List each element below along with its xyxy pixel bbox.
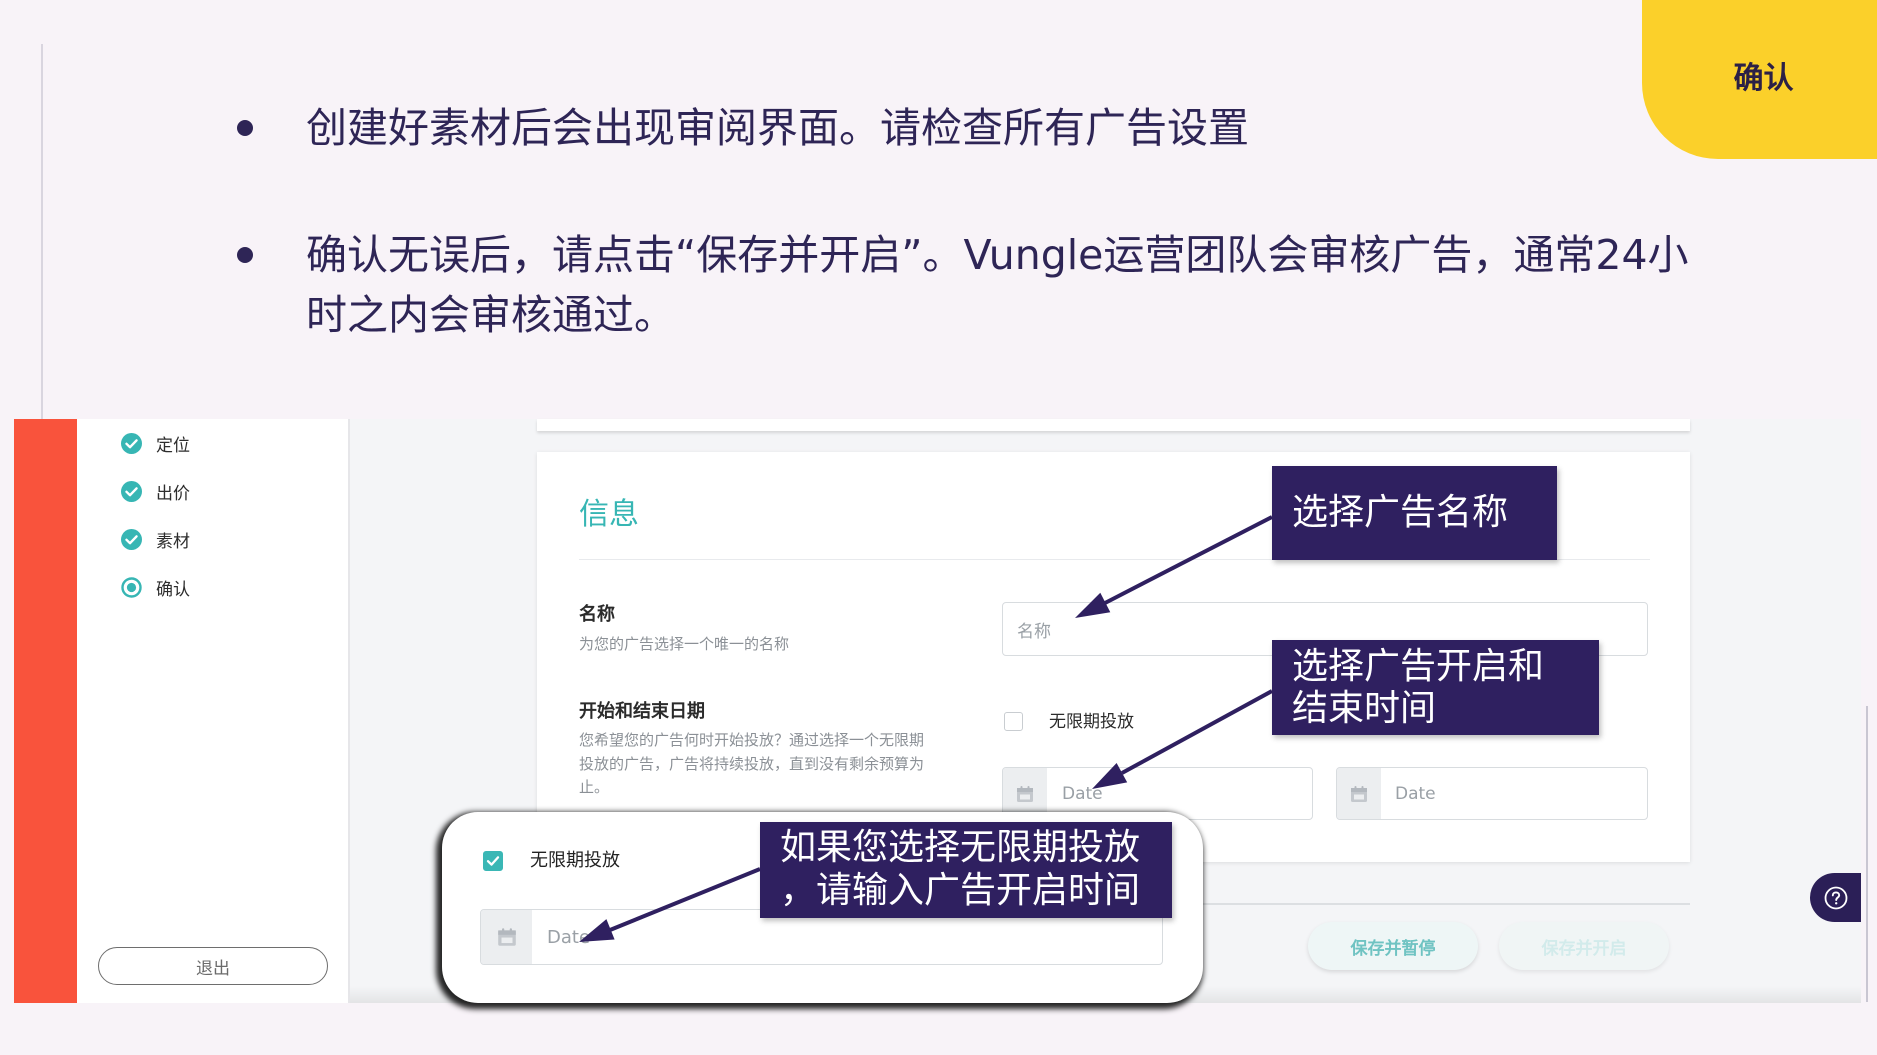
logout-button[interactable]: 退出 (98, 947, 328, 985)
callout-select-name: 选择广告名称 (1272, 466, 1557, 560)
callout-text: ，请输入广告开启时间 (780, 870, 1141, 911)
calendar-icon[interactable] (1337, 768, 1381, 819)
sidebar-item-bidding[interactable]: 出价 (121, 479, 190, 504)
help-circle-icon (1824, 886, 1847, 909)
dates-field-help: 您希望您的广告何时开始投放？通过选择一个无限期 投放的广告，广告将持续投放，直到… (579, 729, 924, 800)
callout-text: 结束时间 (1292, 688, 1437, 729)
callout-text: 选择广告名称 (1292, 492, 1509, 533)
callout-text: 选择广告开启和 (1292, 646, 1545, 687)
dates-help-line: 止。 (579, 778, 610, 796)
section-tab-confirm: 确认 (1642, 0, 1877, 159)
bullet-2-line-2: 时之内会审核通过。 (306, 291, 675, 339)
dates-help-line: 投放的广告，广告将持续投放，直到没有剩余预算为 (579, 754, 925, 773)
sidebar-item-label: 定位 (156, 435, 190, 456)
sidebar (77, 419, 350, 1003)
sidebar-item-label: 出价 (156, 483, 190, 504)
sidebar-item-targeting[interactable]: 定位 (121, 431, 190, 456)
bullet-dot-icon (237, 120, 253, 136)
slide-left-rule (41, 44, 43, 419)
callout-select-dates: 选择广告开启和 结束时间 (1272, 640, 1599, 735)
help-button[interactable] (1810, 873, 1861, 922)
bullet-2-line-1: 确认无误后，请点击“保存并开启”。Vungle运营团队会审核广告，通常24小 (306, 231, 1689, 279)
bullet-text-2: 确认无误后，请点击“保存并开启”。Vungle运营团队会审核广告，通常24小 时… (306, 225, 1689, 345)
save-and-pause-button[interactable]: 保存并暂停 (1308, 922, 1478, 970)
dates-field-label: 开始和结束日期 (579, 701, 705, 722)
indefinite-checkbox-label: 无限期投放 (1049, 712, 1134, 732)
check-circle-icon (121, 432, 142, 454)
name-help-text: 为您的广告选择一个唯一的名称 (579, 635, 790, 653)
sidebar-nav: 定位 出价 素材 确认 (121, 431, 190, 623)
brand-side-bar (14, 419, 77, 1003)
zoom-date-placeholder: Date (547, 926, 591, 948)
ad-name-placeholder: 名称 (1017, 621, 1051, 642)
dates-help-line: 您希望您的广告何时开始投放？通过选择一个无限期 (579, 731, 925, 749)
info-card-title: 信息 (579, 497, 639, 532)
sidebar-item-creative[interactable]: 素材 (121, 527, 190, 552)
name-field-help: 为您的广告选择一个唯一的名称 (579, 633, 789, 657)
save-and-start-button[interactable]: 保存并开启 (1499, 922, 1669, 970)
check-circle-icon (121, 528, 142, 550)
scrollbar-track[interactable] (1866, 706, 1868, 1002)
end-date-placeholder: Date (1395, 783, 1436, 804)
end-date-input[interactable]: Date (1336, 767, 1648, 820)
bullet-1-line-1: 创建好素材后会出现审阅界面。请检查所有广告设置 (306, 104, 1249, 152)
radio-selected-icon (121, 576, 142, 598)
sidebar-item-confirm[interactable]: 确认 (121, 575, 190, 600)
calendar-icon[interactable] (481, 910, 532, 964)
zoom-indefinite-checkbox[interactable] (483, 851, 503, 871)
bullet-text-1: 创建好素材后会出现审阅界面。请检查所有广告设置 (306, 98, 1249, 158)
previous-card-edge (537, 419, 1690, 431)
bullet-dot-icon (237, 247, 253, 263)
checkmark-icon (486, 856, 500, 866)
callout-text: 如果您选择无限期投放 (780, 827, 1141, 868)
zoom-indefinite-label: 无限期投放 (530, 850, 620, 871)
name-field-label: 名称 (579, 604, 615, 625)
sidebar-item-label: 素材 (156, 531, 190, 552)
sidebar-item-label: 确认 (156, 579, 190, 600)
callout-indefinite-start: 如果您选择无限期投放 ，请输入广告开启时间 (760, 822, 1172, 918)
start-date-placeholder: Date (1062, 783, 1103, 804)
check-circle-icon (121, 480, 142, 502)
indefinite-checkbox[interactable] (1004, 712, 1023, 731)
